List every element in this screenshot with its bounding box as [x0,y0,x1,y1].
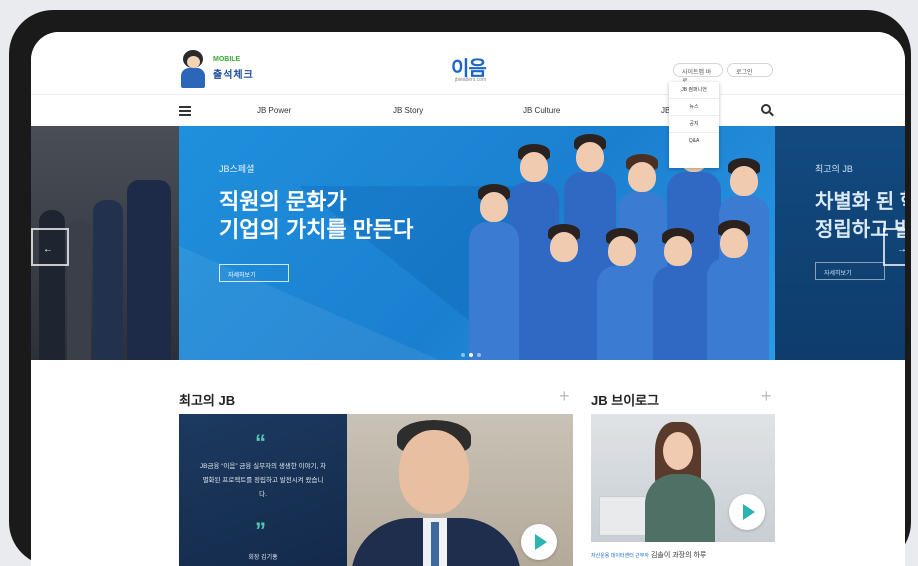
hero-title-line2: 기업의 가치를 만든다 [219,217,414,242]
nav-item-jb-culture[interactable]: JB Culture [523,106,560,115]
checkin-link[interactable]: 출석체크 [213,66,254,81]
hero-title: 직원의 문화가 기업의 가치를 만든다 [219,188,413,244]
more-jb-vlog-icon[interactable]: + [761,386,772,407]
hero-title-line1: 직원의 문화가 [219,189,347,214]
nav-item-jb-story[interactable]: JB Story [393,106,423,115]
sitemap-dropdown: JB 컴퍼니언 뉴스 공지 Q&A [669,82,719,168]
sitemap-button[interactable]: 사이트맵 바로 [673,63,723,85]
next-slide-more-button[interactable]: 자세히보기 [815,262,885,280]
vlog-caption[interactable]: 자산운용 데이터센터 근무자 김솔이 과장의 하루 [591,550,706,560]
site-header: MOBILE 출석체크 이음 jbleaders.com 사이트맵 바로 로그인 [31,32,905,94]
arrow-left-icon: ← [43,244,53,255]
browser-screen: MOBILE 출석체크 이음 jbleaders.com 사이트맵 바로 로그인… [31,32,905,566]
play-button-icon[interactable] [521,524,557,560]
main-nav: JB Power JB Story JB Culture JB [31,94,905,126]
dropdown-item[interactable]: Q&A [669,133,719,150]
carousel-next-button[interactable]: → [883,228,905,266]
hero-tag: JB스페셜 [219,164,255,174]
carousel-prev-button[interactable]: ← [31,228,69,266]
arrow-right-icon: → [897,244,905,255]
section-title-jb-vlog: JB 브이로그 [591,393,660,408]
more-best-jb-icon[interactable]: + [559,386,570,407]
quote-text: JB금융 “이음” 금융 실무자의 생생한 이야기, 차별화된 프로젝트를 정립… [199,463,327,498]
hero-more-button[interactable]: 자세히보기 [219,264,289,282]
quote-close-icon: ” [255,518,266,543]
mascot-icon[interactable] [179,50,207,88]
play-button-icon[interactable] [729,494,765,530]
next-slide-title-line1: 차별화 된 혁 [815,191,905,213]
dropdown-item[interactable]: 뉴스 [669,99,719,116]
carousel-dots[interactable] [461,344,485,360]
dropdown-item[interactable]: 공지 [669,116,719,133]
site-logo-subtext: jbleaders.com [455,77,487,83]
quote-open-icon: “ [255,430,266,455]
quote-panel: “ JB금융 “이음” 금융 실무자의 생생한 이야기, 차별화된 프로젝트를 … [179,414,347,566]
best-jb-card[interactable]: “ JB금융 “이음” 금융 실무자의 생생한 이야기, 차별화된 프로젝트를 … [179,414,573,566]
hero-carousel: JB스페셜 직원의 문화가 기업의 가치를 만든다 자세히보기 최고의 JB 차… [31,126,905,360]
next-slide-tag: 최고의 JB [815,164,853,174]
dropdown-item[interactable]: JB 컴퍼니언 [669,82,719,99]
device-frame: MOBILE 출석체크 이음 jbleaders.com 사이트맵 바로 로그인… [9,10,911,566]
menu-icon[interactable] [179,106,191,116]
quote-author: 회장 김기홍 [248,555,278,561]
jb-vlog-card[interactable] [591,414,775,542]
section-title-best-jb: 최고의 JB [179,393,236,408]
nav-item-jb-power[interactable]: JB Power [257,106,291,115]
checkin-badge: MOBILE [213,56,241,63]
laptop-image [599,496,649,536]
search-icon[interactable] [761,104,774,117]
vlog-caption-title: 김솔이 과장의 하루 [650,552,707,559]
vlog-caption-prefix: 자산운용 데이터센터 근무자 [591,553,649,559]
login-button[interactable]: 로그인 [727,63,773,77]
